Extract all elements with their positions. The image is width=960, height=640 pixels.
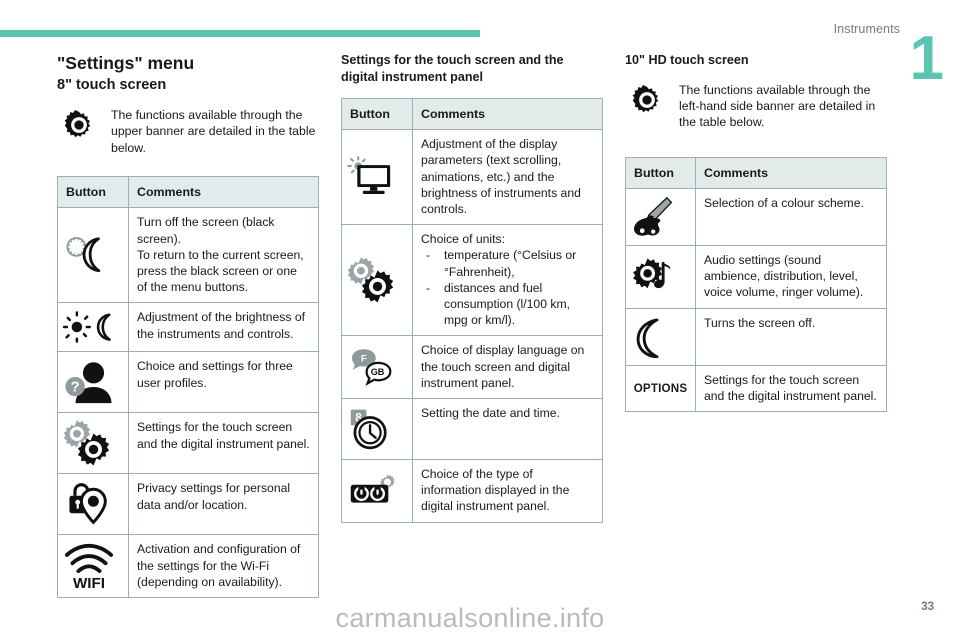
table-row: 8 Setting the date and time.: [341, 398, 603, 461]
column-right: 10" HD touch screen The functions availa…: [625, 52, 887, 412]
row-comment: Privacy settings for personal data and/o…: [128, 473, 319, 536]
intro-text: The functions available through the uppe…: [111, 108, 316, 155]
page-title: "Settings" menu: [57, 53, 195, 73]
table-row: Selection of a colour scheme.: [625, 187, 887, 246]
section-subtitle: 8" touch screen: [57, 77, 167, 93]
table-row: Turns the screen off.: [625, 307, 887, 366]
table-row: Adjustment of the brightness of the inst…: [57, 302, 319, 353]
chapter-number: 1: [909, 24, 944, 93]
section-heading-touchscreen-settings: Settings for the touch screen and the di…: [341, 53, 564, 84]
row-comment: Turn off the screen (black screen). To r…: [128, 207, 319, 304]
row-comment: Choice of display language on the touch …: [412, 335, 603, 400]
settings-table-10inch: Button Comments Selection of a colour sc…: [625, 156, 887, 412]
row-comment: Settings for the touch screen and the di…: [128, 412, 319, 475]
list-item: temperature (°Celsius or °Fahrenheit),: [421, 247, 594, 279]
lock-location-pin-icon: [57, 473, 129, 536]
table-row: OPTIONS Settings for the touch screen an…: [625, 364, 887, 412]
language-code-f: F: [361, 354, 367, 365]
units-list: temperature (°Celsius or °Fahrenheit), d…: [421, 247, 594, 328]
options-label: OPTIONS: [633, 381, 688, 395]
row-comment: Adjustment of the brightness of the inst…: [128, 302, 319, 353]
column-header-comments: Comments: [695, 156, 887, 189]
comment-lead: Choice of units:: [421, 232, 506, 247]
gear-icon: [625, 82, 669, 115]
column-header-button: Button: [625, 156, 696, 189]
table-row: Turn off the screen (black screen). To r…: [57, 207, 319, 304]
table-row: WIFI Activation and configuration of the…: [57, 534, 319, 599]
column-middle: Settings for the touch screen and the di…: [341, 52, 603, 523]
moon-icon: [625, 307, 696, 366]
brightness-day-night-icon: [57, 302, 129, 353]
settings-table-touchscreen: Button Comments Adjustment of the displa…: [341, 97, 603, 523]
list-item: distances and fuel consumption (l/100 km…: [421, 280, 594, 329]
column-left: "Settings" menu 8" touch screen The func…: [57, 52, 319, 599]
row-comment: Selection of a colour scheme.: [695, 187, 887, 246]
page-number: 33: [921, 601, 934, 613]
intro-block-10inch: The functions available through the left…: [625, 82, 887, 131]
row-comment: Choice of the type of information displa…: [412, 459, 603, 523]
instrument-cluster-gear-icon: [341, 459, 413, 523]
table-row: Adjustment of the display parameters (te…: [341, 129, 603, 226]
row-comment: Choice of units: temperature (°Celsius o…: [412, 224, 603, 337]
row-comment: Setting the date and time.: [412, 398, 603, 461]
table-row: Choice of the type of information displa…: [341, 459, 603, 523]
intro-block-8inch: The functions available through the uppe…: [57, 107, 319, 156]
intro-text: The functions available through the left…: [679, 82, 876, 130]
table-row: Choice of units: temperature (°Celsius o…: [341, 224, 603, 337]
row-comment: Settings for the touch screen and the di…: [695, 364, 887, 412]
settings-table-8inch: Button Comments Turn off the screen (bla…: [57, 176, 319, 599]
table-row: F GB Choice of display language on the t…: [341, 335, 603, 400]
table-row: Settings for the touch screen and the di…: [57, 412, 319, 475]
watermark: carmanualsonline.info: [335, 603, 605, 633]
row-comment: Adjustment of the display parameters (te…: [412, 129, 603, 226]
chapter-label: Instruments: [833, 22, 900, 36]
wifi-icon: WIFI: [57, 534, 129, 599]
calendar-clock-icon: 8: [341, 398, 413, 461]
row-comment: Activation and configuration of the sett…: [128, 534, 319, 599]
table-header-row: Button Comments: [341, 97, 603, 131]
moon-sun-sleep-icon: [57, 207, 129, 304]
comment-line-1: Turn off the screen (black screen).: [137, 215, 275, 246]
table-row: ? Choice and settings for three user pro…: [57, 351, 319, 414]
table-row: Audio settings (sound ambience, distribu…: [625, 244, 887, 309]
monitor-brightness-icon: [341, 129, 413, 226]
row-comment: Choice and settings for three user profi…: [128, 351, 319, 414]
column-header-comments: Comments: [128, 176, 319, 209]
section-heading-10inch: 10" HD touch screen: [625, 53, 749, 67]
column-header-button: Button: [57, 176, 129, 209]
row-comment: Turns the screen off.: [695, 307, 887, 366]
wifi-label: WIFI: [73, 575, 105, 589]
table-header-row: Button Comments: [625, 156, 887, 189]
row-comment: Audio settings (sound ambience, distribu…: [695, 244, 887, 309]
language-code-gb: GB: [371, 367, 385, 377]
table-header-row: Button Comments: [57, 176, 319, 209]
user-profile-question-icon: ?: [57, 351, 129, 414]
column-header-button: Button: [341, 97, 413, 131]
gear-music-note-icon: [625, 244, 696, 309]
double-gear-icon: [57, 412, 129, 475]
options-text-icon: OPTIONS: [625, 364, 696, 412]
gear-icon: [57, 107, 101, 140]
chapter-accent-bar: [0, 30, 480, 37]
language-bubbles-icon: F GB: [341, 335, 413, 400]
comment-line-2: To return to the current screen, press t…: [137, 247, 304, 295]
table-row: Privacy settings for personal data and/o…: [57, 473, 319, 536]
palette-brush-icon: [625, 187, 696, 246]
column-header-comments: Comments: [412, 97, 603, 131]
svg-text:?: ?: [71, 380, 80, 396]
double-gear-icon: [341, 224, 413, 337]
